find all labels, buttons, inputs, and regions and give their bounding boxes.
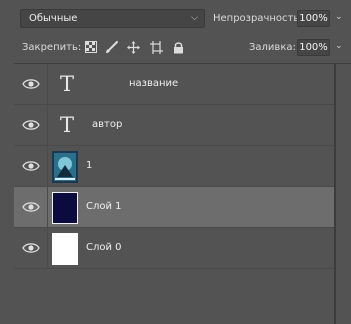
layer-row-sloi-0[interactable]: Слой 0 — [14, 228, 334, 269]
eye-icon[interactable] — [22, 77, 40, 91]
opacity-value: 100% — [299, 13, 328, 24]
fill-field[interactable]: 100% — [297, 39, 330, 56]
lock-image-pixels-icon[interactable] — [104, 40, 118, 54]
opacity-arrow-icon[interactable]: ⌄ — [335, 12, 343, 22]
layer-name[interactable]: автор — [92, 119, 122, 130]
eye-icon[interactable] — [22, 241, 40, 255]
layer-row-nazvanie[interactable]: T название — [14, 64, 334, 105]
layer-name[interactable]: 1 — [86, 160, 92, 171]
text-layer-icon: T — [60, 72, 75, 96]
lock-transparent-pixels-icon[interactable] — [84, 40, 98, 54]
layer-row-avtor[interactable]: T автор — [14, 105, 334, 146]
layer-separator — [47, 187, 48, 228]
blend-mode-dropdown[interactable]: Обычные ⌵ — [20, 9, 205, 28]
eye-icon[interactable] — [22, 159, 40, 173]
layers-list: T название T автор 1 Слой 1 Слой 0 — [14, 64, 334, 324]
layer-row-1[interactable]: 1 — [14, 146, 334, 187]
fill-value: 100% — [299, 42, 328, 53]
layer-name[interactable]: Слой 1 — [86, 201, 122, 212]
layer-thumbnail — [52, 233, 78, 265]
lock-all-icon[interactable] — [171, 40, 185, 54]
opacity-label: Непрозрачность: — [213, 13, 303, 24]
lock-label: Закрепить: — [22, 42, 82, 53]
layer-separator — [47, 64, 48, 105]
layers-panel: Обычные ⌵ Непрозрачность: 100% ⌄ Закрепи… — [0, 0, 351, 324]
text-layer-icon: T — [60, 113, 75, 137]
blend-opacity-row: Обычные ⌵ Непрозрачность: 100% ⌄ — [0, 7, 351, 34]
layer-thumbnail — [52, 192, 78, 224]
layer-name[interactable]: название — [129, 78, 178, 89]
eye-icon[interactable] — [22, 118, 40, 132]
layer-thumbnail — [52, 151, 78, 183]
layer-name[interactable]: Слой 0 — [86, 242, 122, 253]
lock-artboard-icon[interactable] — [149, 40, 163, 54]
blend-mode-value: Обычные — [29, 13, 78, 24]
layer-separator — [47, 105, 48, 146]
layer-separator — [47, 146, 48, 187]
layer-row-sloi-1[interactable]: Слой 1 — [14, 187, 334, 228]
lock-position-icon[interactable] — [126, 40, 140, 54]
lock-fill-row: Закрепить: Заливка: 100% ⌄ — [0, 34, 351, 61]
opacity-field[interactable]: 100% — [297, 10, 330, 27]
eye-icon[interactable] — [22, 200, 40, 214]
fill-label: Заливка: — [249, 42, 296, 53]
layer-separator — [47, 228, 48, 269]
panel-right-border — [334, 64, 336, 324]
fill-arrow-icon[interactable]: ⌄ — [335, 41, 343, 51]
chevron-down-icon: ⌵ — [191, 13, 198, 23]
